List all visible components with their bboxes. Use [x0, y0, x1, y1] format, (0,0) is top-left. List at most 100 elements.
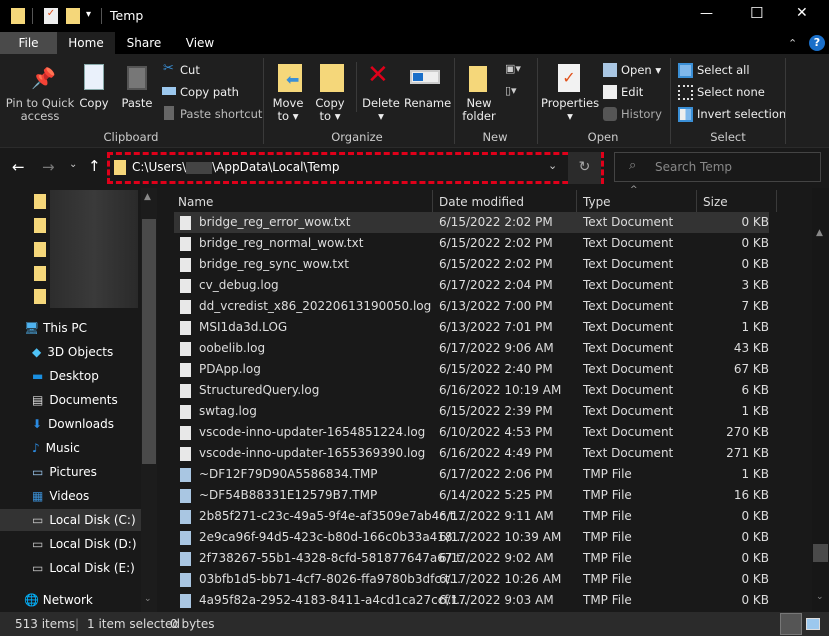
file-row[interactable]: swtag.log 6/15/2022 2:39 PM Text Document 1… [174, 401, 769, 422]
minimize-button[interactable]: — [700, 6, 713, 21]
file-row[interactable]: PDApp.log 6/15/2022 2:40 PM Text Document 6… [174, 359, 769, 380]
cut-button[interactable]: Cut [180, 63, 200, 77]
selection-size: 0 bytes [170, 617, 215, 631]
file-row[interactable]: cv_debug.log 6/17/2022 2:04 PM Text Docume… [174, 275, 769, 296]
properties-button[interactable]: Properties ▾ [541, 97, 599, 123]
select-all-button[interactable]: Select all [697, 63, 750, 77]
nav-item[interactable]: ▭ Local Disk (E:) [0, 557, 141, 579]
move-to-button[interactable]: Move to ▾ [270, 97, 306, 123]
large-icons-view-button[interactable] [806, 618, 820, 630]
tab-home[interactable]: Home [57, 32, 115, 54]
collapse-ribbon-icon[interactable]: ⌃ [788, 37, 797, 50]
file-row[interactable]: MSI1da3d.LOG 6/13/2022 7:01 PM Text Docume… [174, 317, 769, 338]
title-bar: ✓ ▾ Temp — ☐ ✕ [0, 0, 829, 32]
select-none-button[interactable]: Select none [697, 85, 765, 99]
file-row[interactable]: 2e9ca96f-94d5-423c-b80d-166c0b33a418....… [174, 527, 769, 548]
forward-button[interactable]: → [42, 158, 55, 176]
tab-share[interactable]: Share [118, 32, 170, 54]
text-file-icon [180, 279, 191, 293]
file-name: StructuredQuery.log [199, 383, 320, 397]
copy-button[interactable]: Copy [78, 97, 110, 110]
nav-item[interactable]: ◆ 3D Objects [0, 341, 141, 363]
delete-icon: ✕ [367, 60, 389, 90]
details-view-button[interactable] [780, 613, 802, 635]
text-file-icon [180, 258, 191, 272]
file-row[interactable]: StructuredQuery.log 6/16/2022 10:19 AM Tex… [174, 380, 769, 401]
file-date: 6/16/2022 10:19 AM [439, 383, 562, 397]
file-row[interactable]: 2f738267-55b1-4328-8cfd-581877647a67.t..… [174, 548, 769, 569]
address-dropdown-icon[interactable]: ⌄ [548, 159, 557, 172]
file-name: bridge_reg_normal_wow.txt [199, 236, 364, 250]
search-icon: ⌕ [629, 158, 637, 173]
address-path[interactable]: C:\Users\ \AppData\Local\Temp [132, 160, 339, 174]
nav-item[interactable]: ⬇ Downloads [0, 413, 141, 435]
copy-path-button[interactable]: Copy path [180, 85, 239, 99]
paste-shortcut-button[interactable]: Paste shortcut [180, 107, 262, 121]
file-name: swtag.log [199, 404, 257, 418]
nav-item[interactable]: ▭ Local Disk (D:) [0, 533, 141, 555]
file-type: TMP File [583, 530, 632, 544]
nav-item[interactable]: ▭ Local Disk (C:) [0, 509, 141, 531]
nav-item[interactable]: ▦ Videos [0, 485, 141, 507]
file-row[interactable]: vscode-inno-updater-1654851224.log 6/10/2… [174, 422, 769, 443]
file-row[interactable]: 03bfb1d5-bb71-4cf7-8026-ffa9780b3dfc.t..… [174, 569, 769, 590]
column-header-name[interactable]: Name [178, 195, 213, 209]
new-item-icon[interactable]: ▣▾ [505, 62, 521, 75]
new-folder-quick-icon[interactable] [66, 8, 80, 24]
nav-item[interactable]: ▭ Pictures [0, 461, 141, 483]
file-list-scrollbar[interactable]: ▲ ⌄ [812, 188, 829, 612]
refresh-button[interactable]: ↻ [568, 152, 601, 184]
scroll-up-icon[interactable]: ▲ [816, 228, 823, 238]
edit-button[interactable]: Edit [621, 85, 643, 99]
customize-quick-access-icon[interactable]: ▾ [86, 9, 91, 20]
paste-button[interactable]: Paste [120, 97, 154, 110]
tab-view[interactable]: View [174, 32, 226, 54]
scroll-down-icon[interactable]: ⌄ [816, 592, 824, 602]
file-row[interactable]: 2b85f271-c23c-49a5-9f4e-af3509e7ab4c.t..… [174, 506, 769, 527]
file-name: cv_debug.log [199, 278, 279, 292]
file-row[interactable]: vscode-inno-updater-1655369390.log 6/16/2… [174, 443, 769, 464]
file-row[interactable]: bridge_reg_normal_wow.txt 6/15/2022 2:02 … [174, 233, 769, 254]
file-row[interactable]: ~DF12F79D90A5586834.TMP 6/17/2022 2:06 PM… [174, 464, 769, 485]
file-row[interactable]: bridge_reg_error_wow.txt 6/15/2022 2:02 P… [174, 212, 769, 233]
new-folder-button[interactable]: New folder [458, 97, 500, 123]
recent-locations-icon[interactable]: ⌄ [69, 159, 77, 170]
nav-item[interactable]: ▬ Desktop [0, 365, 141, 387]
copy-to-button[interactable]: Copy to ▾ [312, 97, 348, 123]
file-date: 6/15/2022 2:02 PM [439, 257, 553, 271]
invert-selection-button[interactable]: Invert selection [697, 107, 786, 121]
pin-to-quick-access-button[interactable]: Pin to Quick access [4, 97, 76, 123]
file-row[interactable]: ~DF54B88331E12579B7.TMP 6/14/2022 5:25 PM… [174, 485, 769, 506]
search-input[interactable]: Search Temp [655, 160, 732, 174]
open-button[interactable]: Open ▾ [621, 63, 661, 77]
scroll-down-icon[interactable]: ⌄ [144, 594, 152, 604]
search-box[interactable]: ⌕ Search Temp [614, 152, 821, 182]
back-button[interactable]: ← [12, 158, 25, 176]
column-header-date[interactable]: Date modified [439, 195, 524, 209]
rename-button[interactable]: Rename [404, 97, 451, 110]
help-icon[interactable]: ? [809, 35, 825, 51]
properties-quick-icon[interactable]: ✓ [44, 8, 58, 24]
delete-button[interactable]: Delete ▾ [362, 97, 400, 123]
file-row[interactable]: dd_vcredist_x86_20220613190050.log 6/13/2… [174, 296, 769, 317]
column-header-type[interactable]: Type [583, 195, 611, 209]
nav-scrollbar[interactable]: ▲ ⌄ [141, 188, 157, 612]
tab-file[interactable]: File [0, 32, 57, 54]
scrollbar-thumb[interactable] [142, 219, 156, 464]
nav-item[interactable]: ♪ Music [0, 437, 141, 459]
file-row[interactable]: 4a95f82a-2952-4183-8411-a4cd1ca27ccf.t..… [174, 590, 769, 611]
maximize-button[interactable]: ☐ [750, 4, 763, 22]
up-button[interactable]: ↑ [88, 157, 101, 175]
file-row[interactable]: oobelib.log 6/17/2022 9:06 AM Text Documen… [174, 338, 769, 359]
file-row[interactable]: bridge_reg_sync_wow.txt 6/15/2022 2:02 PM… [174, 254, 769, 275]
easy-access-icon[interactable]: ▯▾ [505, 84, 517, 97]
nav-item[interactable]: ▤ Documents [0, 389, 141, 411]
column-header-size[interactable]: Size [703, 195, 728, 209]
close-button[interactable]: ✕ [796, 5, 808, 21]
history-button[interactable]: History [621, 107, 662, 121]
file-size: 0 KB [741, 509, 769, 523]
scrollbar-thumb[interactable] [813, 544, 828, 562]
scissors-icon: ✂ [163, 61, 174, 76]
address-bar[interactable]: C:\Users\ \AppData\Local\Temp ⌄ ↻ [107, 152, 604, 184]
scroll-up-icon[interactable]: ▲ [144, 192, 151, 202]
